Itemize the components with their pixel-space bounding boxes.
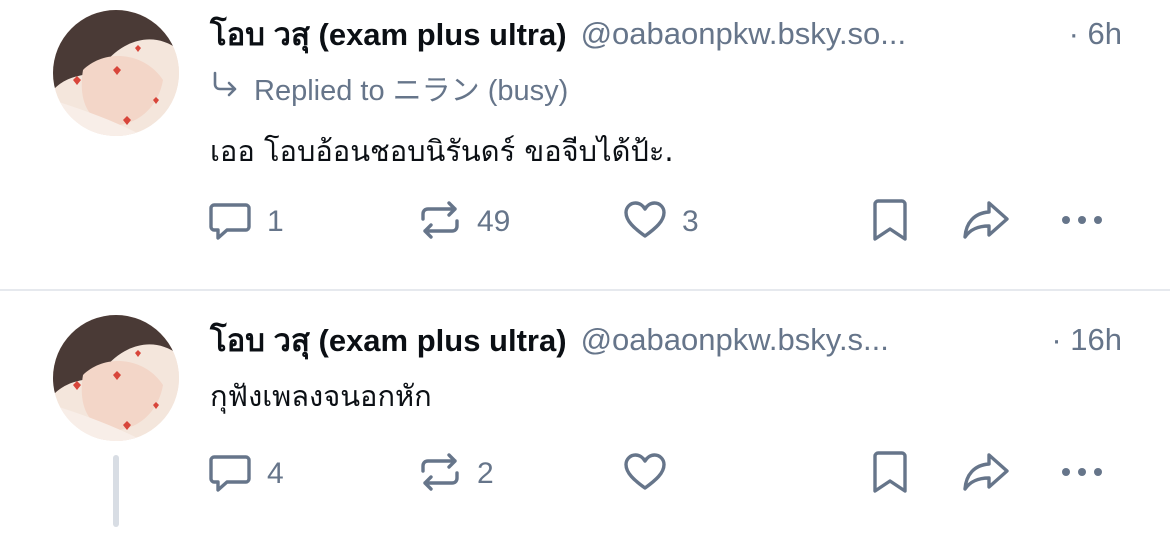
post-header: โอบ วสุ (exam plus ultra) @oabaonpkw.bsk… (210, 12, 1130, 56)
repost-icon (415, 447, 465, 501)
repost-button[interactable]: 49 (415, 194, 510, 250)
repost-icon (415, 195, 465, 249)
more-dots-icon (1057, 195, 1107, 249)
share-arrow-icon (959, 195, 1013, 249)
heart-icon (620, 447, 670, 501)
post-actions: 4 2 (205, 446, 1135, 502)
replied-to[interactable]: Replied to ニラン (busy) (210, 66, 568, 110)
replied-to-label: Replied to ニラン (busy) (254, 75, 569, 107)
bookmark-icon (867, 195, 913, 249)
more-options-button[interactable] (1057, 194, 1107, 250)
avatar-image (53, 10, 179, 136)
reply-button[interactable]: 4 (205, 446, 284, 502)
share-button[interactable] (959, 194, 1013, 250)
repost-count: 49 (477, 205, 511, 238)
reply-count: 1 (267, 205, 284, 238)
avatar[interactable] (53, 315, 179, 441)
share-button[interactable] (959, 446, 1013, 502)
like-count: 3 (682, 205, 699, 238)
author-handle[interactable]: @oabaonpkw.bsky.s... (581, 322, 889, 358)
post-text: เออ โอบอ้อนชอบนิรันดร์ ขอจีบได้ป้ะ. (210, 134, 674, 168)
comment-bubble-icon (205, 447, 255, 501)
author-name[interactable]: โอบ วสุ (exam plus ultra) (210, 315, 567, 365)
avatar[interactable] (53, 10, 179, 136)
post[interactable]: โอบ วสุ (exam plus ultra) @oabaonpkw.bsk… (0, 291, 1170, 535)
post-text: กุฟังเพลงจนอกหัก (210, 379, 432, 413)
post-actions: 1 49 3 (205, 194, 1135, 250)
bookmark-button[interactable] (867, 194, 913, 250)
post-timestamp[interactable]: · 16h (1051, 322, 1122, 358)
post-header: โอบ วสุ (exam plus ultra) @oabaonpkw.bsk… (210, 318, 1130, 362)
repost-count: 2 (477, 457, 494, 490)
post-timestamp[interactable]: · 6h (1069, 16, 1122, 52)
bookmark-icon (867, 447, 913, 501)
like-button[interactable] (620, 446, 682, 502)
reply-button[interactable]: 1 (205, 194, 284, 250)
reply-count: 4 (267, 457, 284, 490)
avatar-image (53, 315, 179, 441)
post[interactable]: โอบ วสุ (exam plus ultra) @oabaonpkw.bsk… (0, 0, 1170, 290)
share-arrow-icon (959, 447, 1013, 501)
bookmark-button[interactable] (867, 446, 913, 502)
more-dots-icon (1057, 447, 1107, 501)
author-handle[interactable]: @oabaonpkw.bsky.so... (581, 16, 907, 52)
reply-arrow-icon (210, 70, 240, 106)
like-button[interactable]: 3 (620, 194, 699, 250)
repost-button[interactable]: 2 (415, 446, 494, 502)
heart-icon (620, 195, 670, 249)
thread-line (113, 455, 119, 527)
author-name[interactable]: โอบ วสุ (exam plus ultra) (210, 9, 567, 59)
more-options-button[interactable] (1057, 446, 1107, 502)
comment-bubble-icon (205, 195, 255, 249)
